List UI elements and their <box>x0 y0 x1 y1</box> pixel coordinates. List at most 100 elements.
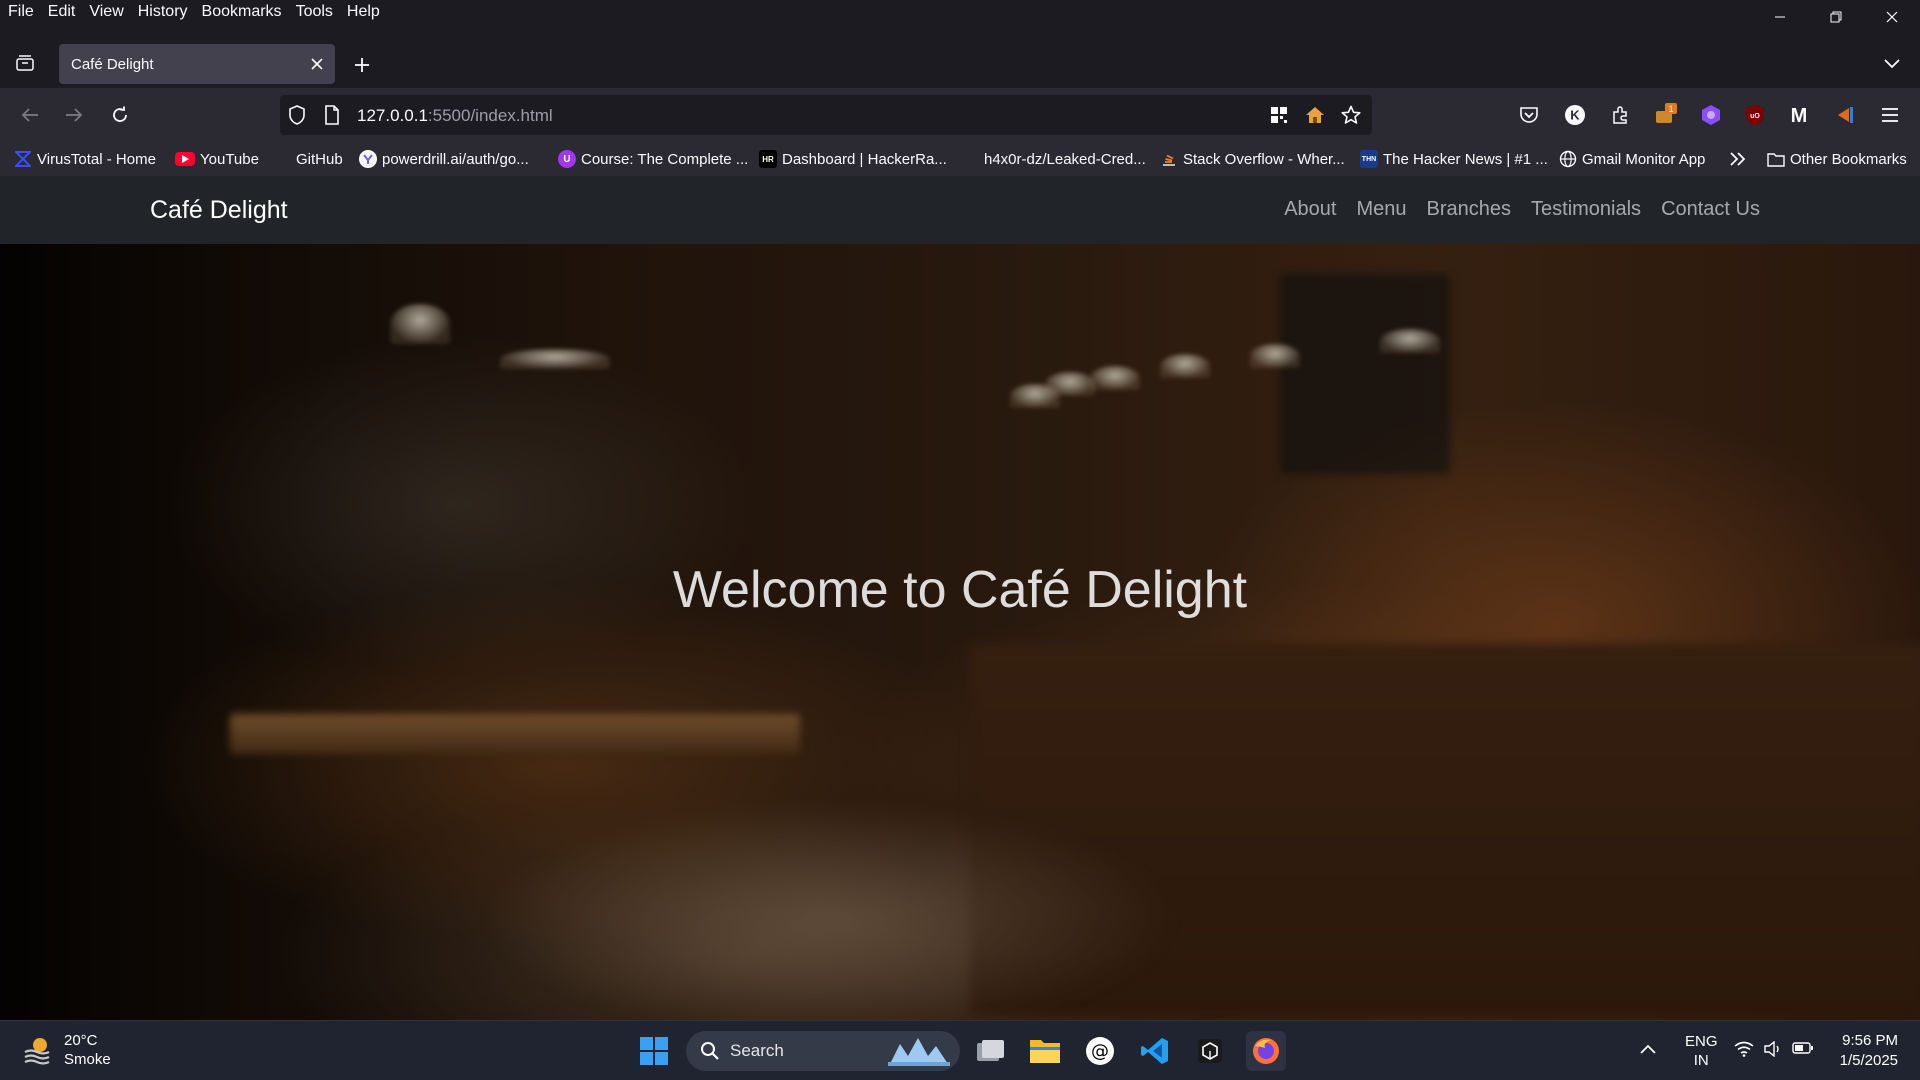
bookmark-gmail-monitor[interactable]: Gmail Monitor App <box>1559 148 1705 170</box>
url-bar[interactable]: 127.0.0.1:5500/index.html <box>280 95 1372 135</box>
tabs-list-icon <box>16 55 34 71</box>
start-button[interactable] <box>634 1031 674 1071</box>
menu-bar: File Edit View History Bookmarks Tools H… <box>0 0 1920 24</box>
bookmark-label: Course: The Complete ... <box>581 150 749 168</box>
qr-code-icon[interactable] <box>1269 105 1289 125</box>
volume-icon <box>1764 1041 1779 1057</box>
m-extension-label: M <box>1791 105 1808 125</box>
list-all-tabs-button[interactable] <box>1878 50 1906 78</box>
window-controls <box>1752 0 1920 34</box>
task-view-button[interactable] <box>970 1031 1010 1071</box>
taskbar-search[interactable]: Search <box>686 1031 960 1071</box>
bookmark-label: Dashboard | HackerRa... <box>782 150 947 168</box>
youtube-icon <box>175 152 195 166</box>
bookmark-star-icon[interactable] <box>1341 105 1361 125</box>
notification-extension-icon[interactable]: 1 <box>1651 101 1679 129</box>
bookmark-label: Other Bookmarks <box>1790 150 1907 168</box>
battery-icon <box>1792 1042 1813 1054</box>
vscode-button[interactable] <box>1135 1031 1175 1071</box>
site-brand-link[interactable]: Café Delight <box>150 196 288 225</box>
arrow-right-icon <box>66 108 83 122</box>
search-highlight-icon <box>888 1038 950 1066</box>
nav-link-testimonials[interactable]: Testimonials <box>1531 198 1641 221</box>
tracking-shield-icon[interactable] <box>287 105 307 125</box>
nav-link-menu[interactable]: Menu <box>1356 198 1406 221</box>
folder-icon <box>1030 1040 1060 1063</box>
menu-help[interactable]: Help <box>340 0 387 24</box>
search-label: Search <box>730 1041 784 1060</box>
tab-cafe-delight[interactable]: Café Delight <box>59 44 335 84</box>
threads-icon: @ <box>1086 1037 1114 1065</box>
site-navbar: Café Delight About Menu Branches Testimo… <box>0 176 1920 244</box>
new-tab-button[interactable] <box>344 48 380 82</box>
cube-icon <box>1198 1039 1222 1063</box>
url-host: 127.0.0.1 <box>357 106 428 125</box>
bookmark-virustotal[interactable]: VirusTotal - Home <box>14 148 156 170</box>
nav-link-branches[interactable]: Branches <box>1427 198 1512 221</box>
clock-time: 9:56 PM <box>1842 1032 1898 1049</box>
tab-strip: Café Delight <box>0 34 1920 88</box>
bookmark-hackernews[interactable]: THN The Hacker News | #1 ... <box>1360 148 1548 170</box>
terminal-app-button[interactable] <box>1190 1031 1230 1071</box>
site-nav-links: About Menu Branches Testimonials Contact… <box>1284 198 1760 221</box>
forward-button[interactable] <box>57 98 91 132</box>
file-explorer-button[interactable] <box>1025 1031 1065 1071</box>
menu-view[interactable]: View <box>82 0 130 24</box>
menu-bookmarks[interactable]: Bookmarks <box>195 0 289 24</box>
url-text[interactable]: 127.0.0.1:5500/index.html <box>357 106 553 126</box>
hackerrank-icon: HR <box>759 150 777 168</box>
task-view-icon <box>977 1040 1004 1061</box>
app-menu-button[interactable] <box>1876 101 1904 129</box>
tab-list-button[interactable] <box>10 48 40 78</box>
k-extension-label: K <box>1570 108 1580 123</box>
bookmark-powerdrill[interactable]: powerdrill.ai/auth/go... <box>359 148 529 170</box>
nav-link-contact[interactable]: Contact Us <box>1661 198 1760 221</box>
globe-icon <box>1559 150 1577 168</box>
virustotal-icon <box>14 150 32 168</box>
nav-link-about[interactable]: About <box>1284 198 1336 221</box>
taskbar-clock[interactable]: 9:56 PM 1/5/2025 <box>1840 1031 1898 1071</box>
powerdrill-icon <box>359 150 377 168</box>
bookmark-github[interactable]: GitHub <box>273 148 343 170</box>
extensions-puzzle-icon[interactable] <box>1607 101 1635 129</box>
bookmark-stackoverflow[interactable]: Stack Overflow - Wher... <box>1160 148 1345 170</box>
ublock-origin-icon[interactable]: uO <box>1741 101 1769 129</box>
menu-edit[interactable]: Edit <box>41 0 83 24</box>
close-icon <box>311 58 323 70</box>
tab-close-button[interactable] <box>301 48 333 80</box>
menu-tools[interactable]: Tools <box>289 0 340 24</box>
bookmark-label: h4x0r-dz/Leaked-Cred... <box>984 150 1146 168</box>
bookmark-label: YouTube <box>200 150 259 168</box>
back-button[interactable] <box>13 98 47 132</box>
restore-button[interactable] <box>1808 0 1864 34</box>
language-indicator[interactable]: ENG IN <box>1685 1032 1718 1070</box>
purple-hex-extension-icon[interactable] <box>1697 101 1725 129</box>
flag-extension-icon[interactable] <box>1831 101 1859 129</box>
k-extension-icon[interactable]: K <box>1561 101 1589 129</box>
minimize-button[interactable] <box>1752 0 1808 34</box>
page-info-icon[interactable] <box>322 105 342 125</box>
bookmarks-overflow-button[interactable] <box>1729 148 1747 170</box>
firefox-button[interactable] <box>1246 1031 1286 1071</box>
windows-logo-icon <box>640 1037 668 1065</box>
reload-button[interactable] <box>103 98 137 132</box>
bookmark-youtube[interactable]: YouTube <box>175 148 259 170</box>
language-code: ENG <box>1685 1033 1718 1050</box>
bookmark-udemy-course[interactable]: U Course: The Complete ... <box>558 148 748 170</box>
system-tray-status[interactable] <box>1734 1041 1814 1057</box>
malwarebytes-icon[interactable]: M <box>1785 101 1813 129</box>
bookmarks-toolbar: VirusTotal - Home YouTube GitHub powerdr… <box>0 142 1920 176</box>
threads-app-button[interactable]: @ <box>1080 1031 1120 1071</box>
menu-history[interactable]: History <box>131 0 195 24</box>
other-bookmarks-folder[interactable]: Other Bookmarks <box>1767 148 1907 170</box>
show-hidden-icons-button[interactable] <box>1640 1041 1656 1058</box>
weather-widget[interactable]: 20°C Smoke <box>22 1031 111 1069</box>
wifi-icon <box>1734 1041 1754 1057</box>
menu-file[interactable]: File <box>0 0 41 24</box>
pocket-icon[interactable] <box>1515 101 1543 129</box>
bookmark-leaked-creds[interactable]: h4x0r-dz/Leaked-Cred... <box>961 148 1146 170</box>
bookmark-hackerrank[interactable]: HR Dashboard | HackerRa... <box>759 148 947 170</box>
home-extension-icon[interactable] <box>1305 105 1325 125</box>
weather-temperature: 20°C <box>64 1032 98 1049</box>
close-window-button[interactable] <box>1864 0 1920 34</box>
